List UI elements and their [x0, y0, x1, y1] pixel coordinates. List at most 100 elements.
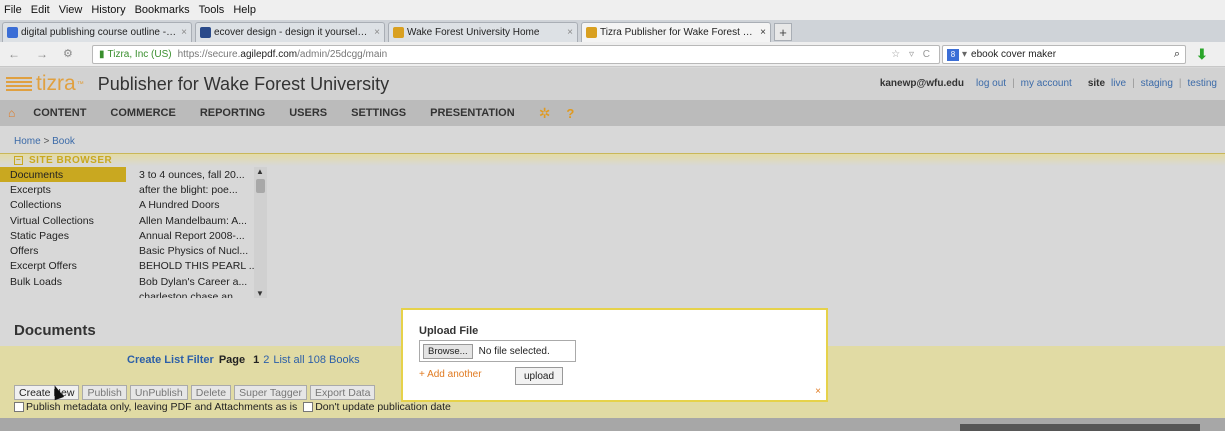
menu-help[interactable]: Help — [233, 4, 256, 16]
home-icon[interactable]: ⌂ — [8, 106, 15, 120]
nav-reporting[interactable]: REPORTING — [200, 107, 265, 119]
my-account-link[interactable]: my account — [1021, 78, 1072, 89]
url-bar[interactable]: ▮ Tizra, Inc (US) https://secure. agilep… — [92, 45, 940, 64]
create-list-filter-link[interactable]: Create List Filter — [127, 354, 214, 366]
separator: | — [1178, 78, 1182, 89]
logo-stripes-icon — [6, 77, 32, 91]
nav-users[interactable]: USERS — [289, 107, 327, 119]
export-data-button[interactable]: Export Data — [310, 385, 376, 400]
close-tab-icon[interactable]: × — [181, 27, 187, 38]
menu-bookmarks[interactable]: Bookmarks — [135, 4, 190, 16]
logout-link[interactable]: log out — [976, 78, 1006, 89]
logo-text: tizra — [36, 72, 76, 95]
tab-title: Tizra Publisher for Wake Forest Unive... — [600, 27, 756, 38]
list-item[interactable]: charleston chase an... — [136, 289, 254, 298]
nav-settings[interactable]: SETTINGS — [351, 107, 406, 119]
close-icon[interactable]: × — [815, 386, 821, 397]
menu-history[interactable]: History — [91, 4, 125, 16]
gear-icon[interactable]: ✲ — [539, 105, 551, 122]
list-item[interactable]: Annual Report 2008-... — [136, 228, 254, 243]
search-engine-icon[interactable]: 8 — [947, 48, 959, 61]
list-all-link[interactable]: List all 108 Books — [273, 354, 359, 366]
document-list-scrollbar[interactable]: ▲ ▼ — [254, 167, 267, 298]
breadcrumb-current[interactable]: Book — [52, 136, 75, 147]
file-input[interactable]: Browse... No file selected. — [419, 340, 576, 362]
search-bar[interactable]: 8 ▾ ebook cover maker ⌕ — [942, 45, 1186, 64]
back-arrow-icon[interactable]: ← — [8, 47, 20, 61]
menu-edit[interactable]: Edit — [31, 4, 50, 16]
testing-link[interactable]: testing — [1188, 78, 1217, 89]
menu-file[interactable]: File — [4, 4, 22, 16]
list-item[interactable]: after the blight: poe... — [136, 182, 254, 197]
nav-content[interactable]: CONTENT — [33, 107, 86, 119]
menu-view[interactable]: View — [59, 4, 83, 16]
close-tab-icon[interactable]: × — [760, 27, 766, 38]
nav-commerce[interactable]: COMMERCE — [110, 107, 175, 119]
list-item[interactable]: A Hundred Doors — [136, 198, 254, 213]
upload-button[interactable]: upload — [515, 367, 564, 385]
close-tab-icon[interactable]: × — [374, 27, 380, 38]
breadcrumb-home[interactable]: Home — [14, 136, 41, 147]
list-item[interactable]: Bob Dylan's Career a... — [136, 274, 254, 289]
list-item[interactable]: BEHOLD THIS PEARL ... — [136, 259, 254, 274]
section-excerpt-offers[interactable]: Excerpt Offers — [0, 259, 126, 274]
section-excerpts[interactable]: Excerpts — [0, 182, 126, 197]
tab-docs[interactable]: digital publishing course outline - Go..… — [2, 22, 192, 42]
site-browser-header[interactable]: − SITE BROWSER — [0, 153, 1225, 166]
page-label: Page — [218, 354, 246, 366]
publish-metadata-label: Publish metadata only, leaving PDF and A… — [26, 401, 298, 413]
super-tagger-button[interactable]: Super Tagger — [234, 385, 307, 400]
forward-arrow-icon[interactable]: → — [36, 47, 48, 61]
section-virtual-collections[interactable]: Virtual Collections — [0, 213, 126, 228]
menu-tools[interactable]: Tools — [199, 4, 225, 16]
staging-link[interactable]: staging — [1141, 78, 1173, 89]
tab-title: digital publishing course outline - Go..… — [21, 27, 178, 38]
create-new-button[interactable]: Create New — [14, 385, 80, 400]
section-offers[interactable]: Offers — [0, 243, 126, 258]
search-icon[interactable]: ⌕ — [1174, 48, 1180, 61]
unpublish-button[interactable]: UnPublish — [129, 385, 188, 400]
search-input[interactable]: ebook cover maker — [971, 49, 1056, 60]
tab-bar: digital publishing course outline - Go..… — [0, 20, 1225, 42]
tab-wfu-home[interactable]: Wake Forest University Home × — [388, 22, 578, 42]
main-nav: ⌂ CONTENT COMMERCE REPORTING USERS SETTI… — [0, 100, 1225, 126]
nav-presentation[interactable]: PRESENTATION — [430, 107, 515, 119]
bookmark-reload-icons[interactable]: ☆ ▿ C — [891, 49, 933, 60]
upload-file-dialog: Upload File Browse... No file selected. … — [401, 308, 828, 402]
scroll-down-icon[interactable]: ▼ — [256, 289, 264, 298]
url-prefix: https://secure. — [177, 49, 241, 60]
page-2-link[interactable]: 2 — [263, 354, 269, 366]
delete-button[interactable]: Delete — [190, 385, 232, 400]
list-item[interactable]: Allen Mandelbaum: A... — [136, 213, 254, 228]
document-list: 3 to 4 ounces, fall 20... after the blig… — [136, 167, 254, 298]
collapse-icon[interactable]: − — [14, 155, 23, 165]
wfu-site-icon — [393, 27, 404, 38]
tab-tizra-publisher[interactable]: Tizra Publisher for Wake Forest Unive...… — [581, 22, 771, 42]
download-icon[interactable]: ⬇ — [1196, 46, 1208, 63]
new-tab-button[interactable]: + — [774, 23, 792, 41]
site-identity-icon[interactable]: ⚙ — [63, 47, 73, 60]
scrollbar-thumb[interactable] — [256, 179, 265, 193]
section-bulk-loads[interactable]: Bulk Loads — [0, 274, 126, 289]
thumbnail-image — [960, 424, 1200, 431]
list-item[interactable]: Basic Physics of Nucl... — [136, 243, 254, 258]
no-update-date-label: Don't update publication date — [315, 401, 451, 413]
no-update-date-checkbox[interactable] — [303, 402, 314, 412]
section-static-pages[interactable]: Static Pages — [0, 228, 126, 243]
add-another-link[interactable]: + Add another — [419, 369, 482, 380]
close-tab-icon[interactable]: × — [567, 27, 573, 38]
tab-ecover[interactable]: ecover design - design it yourself onli.… — [195, 22, 385, 42]
section-collections[interactable]: Collections — [0, 198, 126, 213]
separator: | — [1132, 78, 1135, 89]
documents-heading: Documents — [14, 322, 96, 339]
scroll-up-icon[interactable]: ▲ — [256, 167, 264, 176]
help-icon[interactable]: ? — [566, 106, 574, 121]
publish-metadata-checkbox[interactable] — [14, 402, 24, 412]
navigation-bar: ← → ⚙ ▮ Tizra, Inc (US) https://secure. … — [0, 42, 1225, 67]
browse-button[interactable]: Browse... — [423, 343, 473, 359]
search-engine-dropdown-icon[interactable]: ▾ — [962, 49, 967, 60]
live-link[interactable]: live — [1111, 78, 1126, 89]
section-documents[interactable]: Documents — [0, 167, 126, 183]
publish-button[interactable]: Publish — [82, 385, 127, 400]
list-item[interactable]: 3 to 4 ounces, fall 20... — [136, 167, 254, 182]
